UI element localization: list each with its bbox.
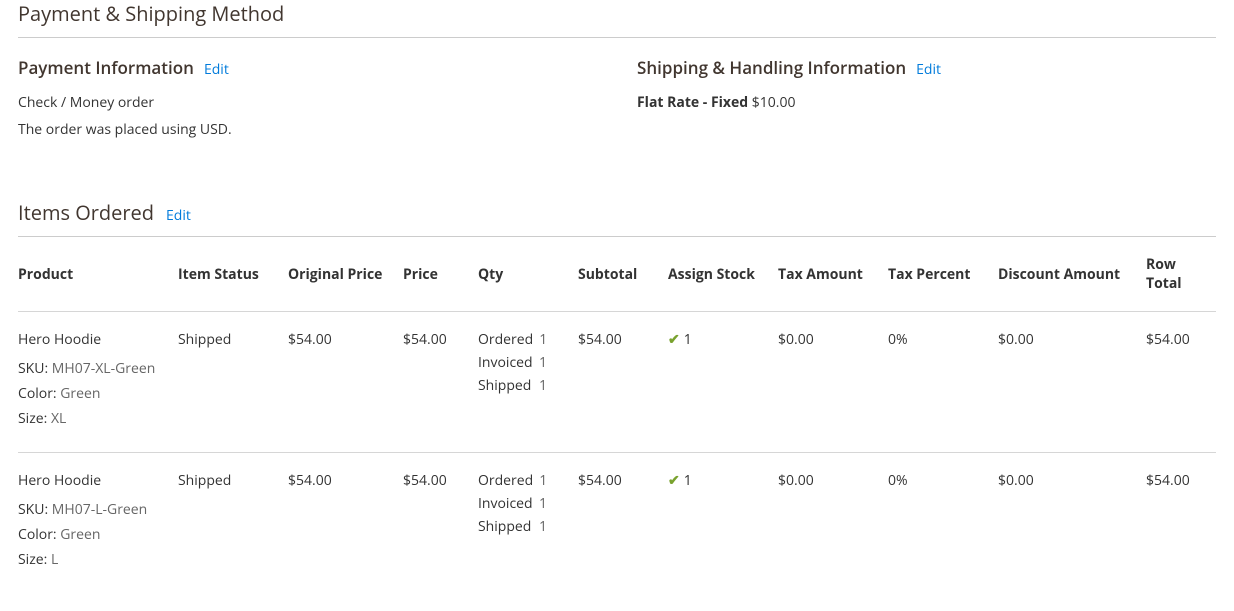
- cell-status: Shipped: [178, 312, 288, 453]
- cell-price: $54.00: [403, 312, 478, 453]
- shipping-amount: $10.00: [752, 93, 796, 112]
- product-name: Hero Hoodie: [18, 330, 168, 349]
- shipping-method-label: Flat Rate - Fixed: [637, 93, 748, 112]
- product-color-row: Color: Green: [18, 384, 168, 403]
- shipping-column: Shipping & Handling Information Edit Fla…: [637, 56, 1216, 139]
- cell-tax-amount: $0.00: [778, 453, 888, 594]
- items-table: Product Item Status Original Price Price…: [18, 237, 1216, 593]
- items-ordered-title: Items Ordered: [18, 199, 154, 226]
- col-taxp: Tax Percent: [888, 237, 998, 312]
- cell-subtotal: $54.00: [578, 312, 668, 453]
- col-price: Price: [403, 237, 478, 312]
- col-qty: Qty: [478, 237, 578, 312]
- shipping-method-line: Flat Rate - Fixed $10.00: [637, 93, 1216, 112]
- table-row: Hero Hoodie SKU: MH07-L-Green Color: Gre…: [18, 453, 1216, 594]
- payment-currency-note: The order was placed using USD.: [18, 120, 597, 139]
- col-disc: Discount Amount: [998, 237, 1146, 312]
- col-product: Product: [18, 237, 178, 312]
- payment-shipping-row: Payment Information Edit Check / Money o…: [18, 56, 1216, 139]
- shipping-edit-link[interactable]: Edit: [916, 60, 941, 79]
- col-status: Item Status: [178, 237, 288, 312]
- cell-original-price: $54.00: [288, 453, 403, 594]
- cell-discount: $0.00: [998, 453, 1146, 594]
- payment-heading-row: Payment Information Edit: [18, 56, 597, 79]
- cell-subtotal: $54.00: [578, 453, 668, 594]
- payment-method-text: Check / Money order: [18, 93, 597, 112]
- col-rowtotal: Row Total: [1146, 237, 1216, 312]
- product-color-row: Color: Green: [18, 525, 168, 544]
- cell-status: Shipped: [178, 453, 288, 594]
- cell-price: $54.00: [403, 453, 478, 594]
- cell-tax-percent: 0%: [888, 453, 998, 594]
- cell-assign-stock: ✔1: [668, 312, 778, 453]
- items-ordered-title-row: Items Ordered Edit: [18, 199, 1216, 237]
- items-edit-link[interactable]: Edit: [166, 206, 191, 225]
- cell-discount: $0.00: [998, 312, 1146, 453]
- items-header-row: Product Item Status Original Price Price…: [18, 237, 1216, 312]
- col-subtotal: Subtotal: [578, 237, 668, 312]
- cell-product: Hero Hoodie SKU: MH07-L-Green Color: Gre…: [18, 453, 178, 594]
- cell-original-price: $54.00: [288, 312, 403, 453]
- cell-row-total: $54.00: [1146, 453, 1216, 594]
- col-assign: Assign Stock: [668, 237, 778, 312]
- shipping-heading-row: Shipping & Handling Information Edit: [637, 56, 1216, 79]
- cell-assign-stock: ✔1: [668, 453, 778, 594]
- col-oprice: Original Price: [288, 237, 403, 312]
- col-tax: Tax Amount: [778, 237, 888, 312]
- cell-tax-amount: $0.00: [778, 312, 888, 453]
- payment-heading: Payment Information: [18, 56, 194, 79]
- cell-qty: Ordered1 Invoiced1 Shipped1: [478, 312, 578, 453]
- payment-column: Payment Information Edit Check / Money o…: [18, 56, 597, 139]
- product-name: Hero Hoodie: [18, 471, 168, 490]
- check-icon: ✔: [668, 330, 680, 349]
- payment-edit-link[interactable]: Edit: [204, 60, 229, 79]
- cell-product: Hero Hoodie SKU: MH07-XL-Green Color: Gr…: [18, 312, 178, 453]
- check-icon: ✔: [668, 471, 680, 490]
- cell-qty: Ordered1 Invoiced1 Shipped1: [478, 453, 578, 594]
- payship-section-title: Payment & Shipping Method: [18, 0, 1216, 38]
- product-sku-row: SKU: MH07-L-Green: [18, 500, 168, 519]
- product-size-row: Size: L: [18, 550, 168, 569]
- table-row: Hero Hoodie SKU: MH07-XL-Green Color: Gr…: [18, 312, 1216, 453]
- cell-tax-percent: 0%: [888, 312, 998, 453]
- product-sku-row: SKU: MH07-XL-Green: [18, 359, 168, 378]
- product-size-row: Size: XL: [18, 409, 168, 428]
- cell-row-total: $54.00: [1146, 312, 1216, 453]
- shipping-heading: Shipping & Handling Information: [637, 56, 906, 79]
